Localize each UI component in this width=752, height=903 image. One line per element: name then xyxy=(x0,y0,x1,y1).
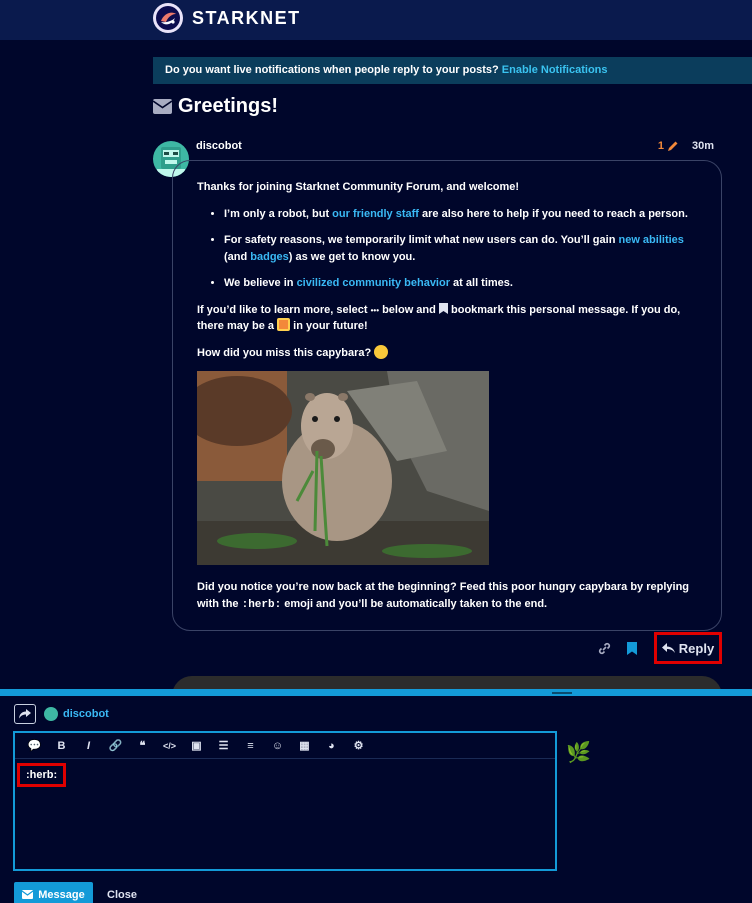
community-behavior-link[interactable]: civilized community behavior xyxy=(297,277,450,289)
brand-name: STARKNET xyxy=(192,7,301,28)
envelope-icon xyxy=(153,99,172,114)
site-logo[interactable]: STARKNET xyxy=(153,3,301,33)
palette-icon[interactable]: ◕ xyxy=(318,735,345,757)
notification-text: Do you want live notifications when peop… xyxy=(165,64,499,76)
blockquote-icon[interactable]: ❝ xyxy=(129,735,156,757)
list-item: We believe in civilized community behavi… xyxy=(224,275,697,292)
code-icon[interactable]: </> xyxy=(156,735,183,757)
outro-text: emoji and you’ll be automatically taken … xyxy=(281,597,548,610)
message-label: Message xyxy=(38,888,85,901)
gift-icon xyxy=(277,318,291,331)
new-abilities-link[interactable]: new abilities xyxy=(618,234,683,246)
list-item: I’m only a robot, but our friendly staff… xyxy=(224,206,697,223)
gear-icon[interactable]: ⚙ xyxy=(345,735,372,757)
learn-more-paragraph: If you’d like to learn more, select ••• … xyxy=(197,302,697,335)
share-link-icon[interactable] xyxy=(590,632,618,664)
outro-text: Did you notice you’re now back at the be… xyxy=(197,581,647,593)
post-meta: 1 30m xyxy=(658,140,714,152)
bookmark-icon xyxy=(438,302,448,314)
post-outro: Did you notice you’re now back at the be… xyxy=(197,579,697,613)
bookmark-phrase: bookmark this personal message xyxy=(451,303,626,316)
capybara-image[interactable] xyxy=(197,371,489,565)
composer-action-button[interactable] xyxy=(14,704,36,724)
learn-text: in your future! xyxy=(290,320,368,332)
bookmark-filled-icon xyxy=(627,641,637,655)
bullet-text: are also here to help if you need to rea… xyxy=(418,207,688,220)
reply-composer: discobot 💬 B I 🔗 ❝ </> ▣ ☰ ≡ ☺ ▦ ◕ ⚙ :he… xyxy=(0,689,752,903)
send-message-button[interactable]: Message xyxy=(14,882,93,903)
image-icon[interactable]: ▣ xyxy=(183,735,210,757)
avatar xyxy=(44,707,58,721)
close-button[interactable]: Close xyxy=(107,889,137,901)
reply-label: Reply xyxy=(678,640,715,656)
bullet-text: at all times. xyxy=(450,277,513,289)
composer-resize-grip[interactable] xyxy=(552,692,572,694)
numbered-list-icon[interactable]: ≡ xyxy=(237,735,264,757)
post-bullets: I’m only a robot, but our friendly staff… xyxy=(224,206,697,292)
ellipsis-icon: ••• xyxy=(370,305,380,315)
capybara-question: How did you miss this capybara? xyxy=(197,344,697,362)
post-age[interactable]: 30m xyxy=(692,140,714,152)
reply-arrow-icon xyxy=(661,642,675,653)
enable-notifications-link[interactable]: Enable Notifications xyxy=(502,64,608,76)
italic-icon[interactable]: I xyxy=(75,735,102,757)
composer-header: discobot xyxy=(14,704,109,724)
starknet-logo-icon xyxy=(153,3,183,33)
question-text: How did you miss this capybara? xyxy=(197,346,372,359)
bullet-text: I’m only a robot, but xyxy=(224,207,333,220)
composer-actions: Message Close xyxy=(14,882,137,903)
post-body: Thanks for joining Starknet Community Fo… xyxy=(172,160,722,631)
wink-emoji-icon xyxy=(374,344,389,359)
reply-button[interactable]: Reply xyxy=(654,632,722,664)
pencil-icon xyxy=(667,141,678,151)
bullet-list-icon[interactable]: ☰ xyxy=(210,735,237,757)
composer-editor: 💬 B I 🔗 ❝ </> ▣ ☰ ≡ ☺ ▦ ◕ ⚙ :herb: xyxy=(13,731,557,871)
bullet-text: We believe in xyxy=(224,277,297,289)
bookmark-button[interactable] xyxy=(618,632,646,664)
composer-reply-to[interactable]: discobot xyxy=(63,708,109,720)
edit-count: 1 xyxy=(657,140,664,152)
bold-icon[interactable]: B xyxy=(48,735,75,757)
learn-text: below and xyxy=(379,303,439,316)
badges-link[interactable]: badges xyxy=(250,251,289,263)
post-actions: Reply xyxy=(590,632,722,664)
post-intro: Thanks for joining Starknet Community Fo… xyxy=(197,181,520,193)
header-bar: STARKNET xyxy=(0,0,752,40)
link-icon[interactable]: 🔗 xyxy=(102,735,129,757)
learn-text: If you’d like to learn more, select xyxy=(197,303,371,316)
list-item: For safety reasons, we temporarily limit… xyxy=(224,232,697,265)
editor-toolbar: 💬 B I 🔗 ❝ </> ▣ ☰ ≡ ☺ ▦ ◕ ⚙ xyxy=(15,733,555,759)
herb-emoji-preview: 🌿 xyxy=(566,742,591,764)
herb-code: :herb: xyxy=(241,598,282,611)
topic-title-row: Greetings! xyxy=(153,95,278,118)
post-username[interactable]: discobot xyxy=(196,140,242,152)
friendly-staff-link[interactable]: our friendly staff xyxy=(332,208,419,220)
page-title: Greetings! xyxy=(178,95,279,117)
bullet-text: ) as we get to know you. xyxy=(288,250,416,263)
share-arrow-icon xyxy=(19,709,31,719)
quote-icon[interactable]: 💬 xyxy=(21,735,48,757)
emoji-icon[interactable]: ☺ xyxy=(264,735,291,757)
composer-textarea[interactable]: :herb: xyxy=(17,763,67,787)
calendar-icon[interactable]: ▦ xyxy=(291,735,318,757)
envelope-icon xyxy=(22,890,34,899)
bullet-text: For safety reasons, we temporarily limit… xyxy=(224,234,619,246)
notification-banner: Do you want live notifications when peop… xyxy=(153,57,752,84)
edit-history[interactable]: 1 xyxy=(658,140,679,152)
bullet-text: (and xyxy=(224,250,251,263)
